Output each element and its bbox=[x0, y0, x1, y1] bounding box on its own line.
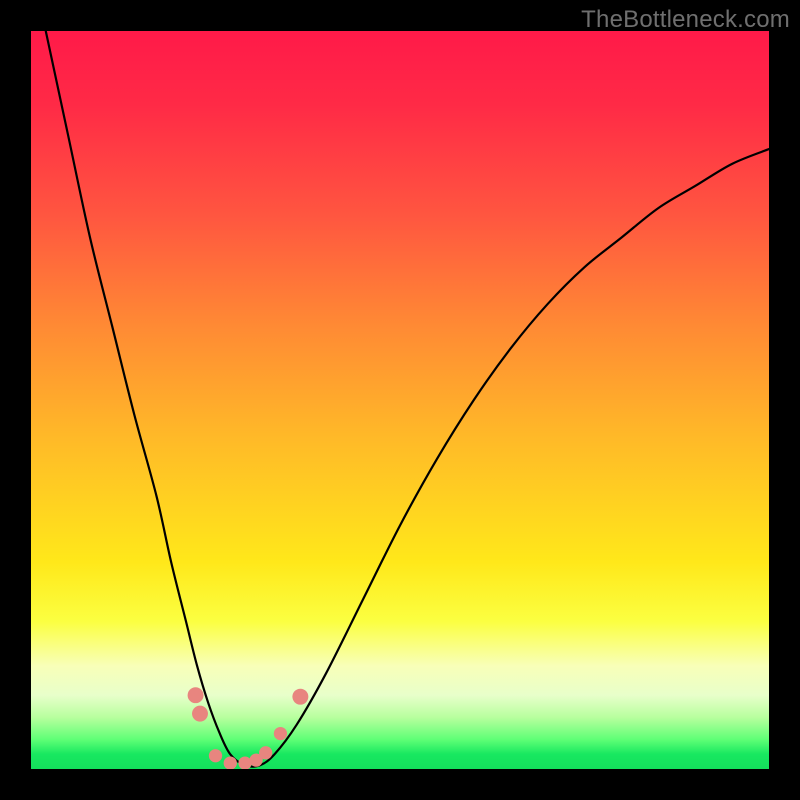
marker-point bbox=[192, 706, 208, 722]
marker-point bbox=[259, 746, 272, 759]
marker-point bbox=[188, 687, 204, 703]
plot-area bbox=[31, 31, 769, 769]
marker-point bbox=[292, 689, 308, 705]
marker-point bbox=[274, 727, 287, 740]
watermark-text: TheBottleneck.com bbox=[581, 6, 790, 34]
marker-point bbox=[224, 756, 237, 769]
chart-frame: TheBottleneck.com bbox=[0, 0, 800, 800]
bottleneck-curve bbox=[46, 31, 769, 767]
curve-layer bbox=[31, 31, 769, 769]
marker-point bbox=[249, 754, 262, 767]
marker-point bbox=[238, 756, 251, 769]
highlight-markers bbox=[188, 687, 309, 769]
marker-point bbox=[209, 749, 222, 762]
